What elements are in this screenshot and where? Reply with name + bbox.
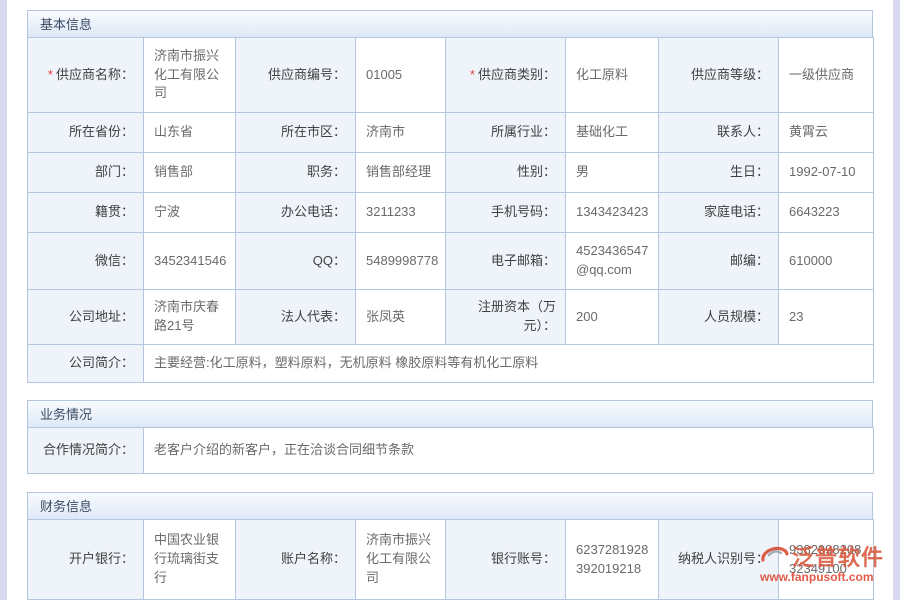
- table-row: *供应商名称： 济南市振兴化工有限公司 供应商编号： 01005 *供应商类别：…: [28, 38, 874, 113]
- staff-size-value: 23: [779, 290, 874, 345]
- required-asterisk: *: [48, 67, 53, 82]
- mobile-phone-value: 1343423423: [566, 193, 659, 233]
- taxpayer-id-value: 938299820832349100: [779, 520, 874, 600]
- supplier-detail-form: 基本信息 *供应商名称： 济南市振兴化工有限公司 供应商编号： 01005 *供…: [27, 10, 873, 600]
- supplier-code-value: 01005: [356, 38, 446, 113]
- home-phone-value: 6643223: [779, 193, 874, 233]
- section-title-basic-info: 基本信息: [27, 10, 873, 38]
- basic-info-table: *供应商名称： 济南市振兴化工有限公司 供应商编号： 01005 *供应商类别：…: [27, 37, 874, 383]
- table-row: 公司简介： 主要经营:化工原料，塑料原料，无机原料 橡胶原料等有机化工原料: [28, 345, 874, 383]
- office-phone-value: 3211233: [356, 193, 446, 233]
- table-row: 微信： 3452341546 QQ： 5489998778 电子邮箱： 4523…: [28, 233, 874, 290]
- staff-size-label: 人员规模：: [659, 290, 779, 345]
- city-label: 所在市区：: [236, 113, 356, 153]
- cooperation-intro-label: 合作情况简介：: [28, 428, 144, 474]
- wechat-label: 微信：: [28, 233, 144, 290]
- finance-info-table: 开户银行： 中国农业银行琉璃街支行 账户名称： 济南市振兴化工有限公司 银行账号…: [27, 519, 874, 600]
- native-place-label: 籍贯：: [28, 193, 144, 233]
- table-row: 籍贯： 宁波 办公电话： 3211233 手机号码： 1343423423 家庭…: [28, 193, 874, 233]
- supplier-name-value: 济南市振兴化工有限公司: [144, 38, 236, 113]
- bank-account-value: 6237281928392019218: [566, 520, 659, 600]
- legal-representative-label: 法人代表：: [236, 290, 356, 345]
- section-title-finance-info: 财务信息: [27, 492, 873, 520]
- position-label: 职务：: [236, 153, 356, 193]
- mobile-phone-label: 手机号码：: [446, 193, 566, 233]
- company-address-value: 济南市庆春路21号: [144, 290, 236, 345]
- province-label: 所在省份：: [28, 113, 144, 153]
- gender-value: 男: [566, 153, 659, 193]
- birthday-value: 1992-07-10: [779, 153, 874, 193]
- business-status-table: 合作情况简介： 老客户介绍的新客户，正在洽谈合同细节条款: [27, 427, 874, 474]
- email-value: 4523436547@qq.com: [566, 233, 659, 290]
- zip-code-label: 邮编：: [659, 233, 779, 290]
- native-place-value: 宁波: [144, 193, 236, 233]
- registered-capital-label: 注册资本（万元）：: [446, 290, 566, 345]
- taxpayer-id-label: 纳税人识别号：: [659, 520, 779, 600]
- page-edge-left: [0, 0, 7, 600]
- deposit-bank-label: 开户银行：: [28, 520, 144, 600]
- section-title-business-status: 业务情况: [27, 400, 873, 428]
- table-row: 开户银行： 中国农业银行琉璃街支行 账户名称： 济南市振兴化工有限公司 银行账号…: [28, 520, 874, 600]
- supplier-grade-label: 供应商等级：: [659, 38, 779, 113]
- deposit-bank-value: 中国农业银行琉璃街支行: [144, 520, 236, 600]
- company-intro-label: 公司简介：: [28, 345, 144, 383]
- supplier-category-label: *供应商类别：: [446, 38, 566, 113]
- qq-value: 5489998778: [356, 233, 446, 290]
- zip-code-value: 610000: [779, 233, 874, 290]
- supplier-name-label: *供应商名称：: [28, 38, 144, 113]
- supplier-category-value: 化工原料: [566, 38, 659, 113]
- home-phone-label: 家庭电话：: [659, 193, 779, 233]
- table-row: 所在省份： 山东省 所在市区： 济南市 所属行业： 基础化工 联系人： 黄霄云: [28, 113, 874, 153]
- table-row: 公司地址： 济南市庆春路21号 法人代表： 张凤英 注册资本（万元）： 200 …: [28, 290, 874, 345]
- legal-representative-value: 张凤英: [356, 290, 446, 345]
- qq-label: QQ：: [236, 233, 356, 290]
- section-basic-info: 基本信息 *供应商名称： 济南市振兴化工有限公司 供应商编号： 01005 *供…: [27, 10, 873, 383]
- registered-capital-value: 200: [566, 290, 659, 345]
- account-name-label: 账户名称：: [236, 520, 356, 600]
- bank-account-label: 银行账号：: [446, 520, 566, 600]
- industry-label: 所属行业：: [446, 113, 566, 153]
- company-intro-value: 主要经营:化工原料，塑料原料，无机原料 橡胶原料等有机化工原料: [144, 345, 874, 383]
- contact-person-value: 黄霄云: [779, 113, 874, 153]
- birthday-label: 生日：: [659, 153, 779, 193]
- supplier-code-label: 供应商编号：: [236, 38, 356, 113]
- position-value: 销售部经理: [356, 153, 446, 193]
- email-label: 电子邮箱：: [446, 233, 566, 290]
- page-edge-right: [893, 0, 900, 600]
- company-address-label: 公司地址：: [28, 290, 144, 345]
- supplier-grade-value: 一级供应商: [779, 38, 874, 113]
- province-value: 山东省: [144, 113, 236, 153]
- account-name-value: 济南市振兴化工有限公司: [356, 520, 446, 600]
- cooperation-intro-value: 老客户介绍的新客户，正在洽谈合同细节条款: [144, 428, 874, 474]
- gender-label: 性别：: [446, 153, 566, 193]
- section-business-status: 业务情况 合作情况简介： 老客户介绍的新客户，正在洽谈合同细节条款: [27, 400, 873, 474]
- table-row: 合作情况简介： 老客户介绍的新客户，正在洽谈合同细节条款: [28, 428, 874, 474]
- contact-person-label: 联系人：: [659, 113, 779, 153]
- wechat-value: 3452341546: [144, 233, 236, 290]
- industry-value: 基础化工: [566, 113, 659, 153]
- required-asterisk: *: [470, 67, 475, 82]
- city-value: 济南市: [356, 113, 446, 153]
- office-phone-label: 办公电话：: [236, 193, 356, 233]
- section-finance-info: 财务信息 开户银行： 中国农业银行琉璃街支行 账户名称： 济南市振兴化工有限公司…: [27, 492, 873, 600]
- table-row: 部门： 销售部 职务： 销售部经理 性别： 男 生日： 1992-07-10: [28, 153, 874, 193]
- department-value: 销售部: [144, 153, 236, 193]
- department-label: 部门：: [28, 153, 144, 193]
